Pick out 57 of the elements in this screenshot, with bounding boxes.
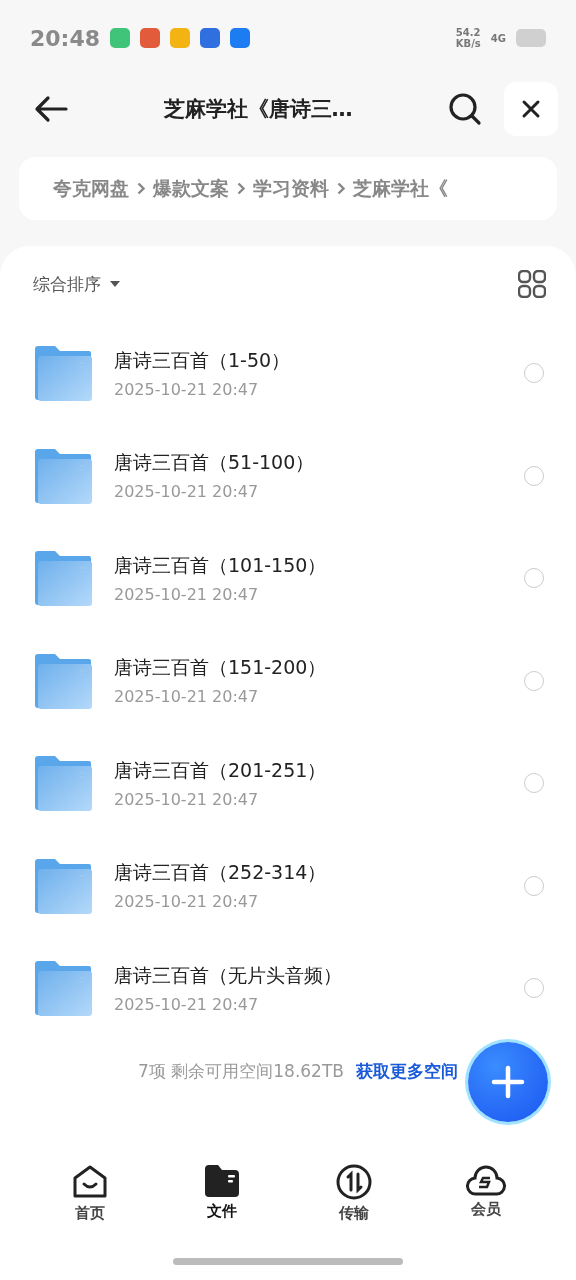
breadcrumb-link[interactable]: 学习资料	[253, 175, 329, 202]
add-button[interactable]	[468, 1041, 548, 1122]
folder-icon	[204, 1164, 240, 1198]
folder-name[interactable]: 唐诗三百首（252-314）	[114, 860, 524, 887]
home-smile-icon	[72, 1164, 108, 1200]
app-notification-icon	[170, 28, 191, 48]
modified-date: 2025-10-21 20:47	[114, 789, 260, 809]
storage-summary: 7项 剩余可用空间18.62TB	[138, 1059, 344, 1083]
modified-date: 2025-10-21 20:47	[114, 687, 260, 707]
folder-icon	[34, 755, 92, 812]
app-notification-icon	[230, 28, 251, 48]
chevron-icon	[137, 182, 145, 195]
app-notification-icon	[110, 28, 131, 48]
folder-name[interactable]: 唐诗三百首（151-200）	[114, 655, 524, 682]
back-arrow-icon	[34, 95, 68, 123]
nav-tab[interactable]: 会员	[420, 1162, 552, 1258]
folder-name[interactable]: 唐诗三百首（201-251）	[114, 757, 524, 784]
folder-name[interactable]: 唐诗三百首（101-150）	[114, 552, 524, 579]
grid-view-icon[interactable]	[518, 270, 546, 298]
status-time: 20:48	[30, 25, 101, 51]
modified-date: 2025-10-21 20:47	[114, 584, 260, 604]
more-space-link[interactable]: 获取更多空间	[355, 1059, 458, 1083]
search-icon	[448, 92, 482, 126]
breadcrumb-link[interactable]: 夸克网盘	[53, 175, 129, 202]
folder-icon	[34, 447, 92, 504]
network-type: 4G	[490, 32, 506, 44]
close-button[interactable]	[504, 82, 558, 136]
folder-name[interactable]: 唐诗三百首（51-100）	[114, 450, 524, 477]
app-notification-icon	[140, 28, 161, 48]
chevron-icon	[337, 182, 345, 195]
breadcrumb-link[interactable]: 爆款文案	[153, 175, 229, 202]
breadcrumb-link[interactable]: 芝麻学社《	[353, 175, 448, 202]
transfer-icon	[336, 1164, 372, 1200]
folder-icon	[34, 857, 92, 914]
modified-date: 2025-10-21 20:47	[114, 482, 260, 502]
modified-date: 2025-10-21 20:47	[114, 994, 260, 1014]
battery-icon	[516, 29, 546, 47]
folder-icon	[34, 652, 92, 709]
folder-icon	[34, 550, 92, 607]
sort-dropdown[interactable]: 综合排序	[33, 272, 121, 296]
caret-icon	[109, 280, 121, 288]
nav-tab[interactable]: 文件	[156, 1162, 288, 1258]
folder-title: 芝麻学社《唐诗三…	[162, 96, 354, 123]
close-icon	[521, 99, 541, 119]
folder-name[interactable]: 唐诗三百首（1-50）	[114, 347, 524, 374]
chevron-icon	[237, 182, 245, 195]
nav-tab[interactable]: 传输	[288, 1162, 420, 1258]
folder-icon	[34, 345, 92, 402]
network-speed: 54.2 KB/s	[455, 27, 481, 49]
folder-icon	[34, 960, 92, 1017]
plus-icon	[491, 1064, 525, 1099]
modified-date: 2025-10-21 20:47	[114, 379, 260, 399]
modified-date: 2025-10-21 20:47	[114, 892, 260, 912]
app-notification-icon	[200, 28, 221, 48]
cloud-icon	[466, 1164, 506, 1196]
nav-tab[interactable]: 首页	[24, 1162, 156, 1258]
folder-name[interactable]: 唐诗三百首（无片头音频）	[114, 962, 524, 989]
